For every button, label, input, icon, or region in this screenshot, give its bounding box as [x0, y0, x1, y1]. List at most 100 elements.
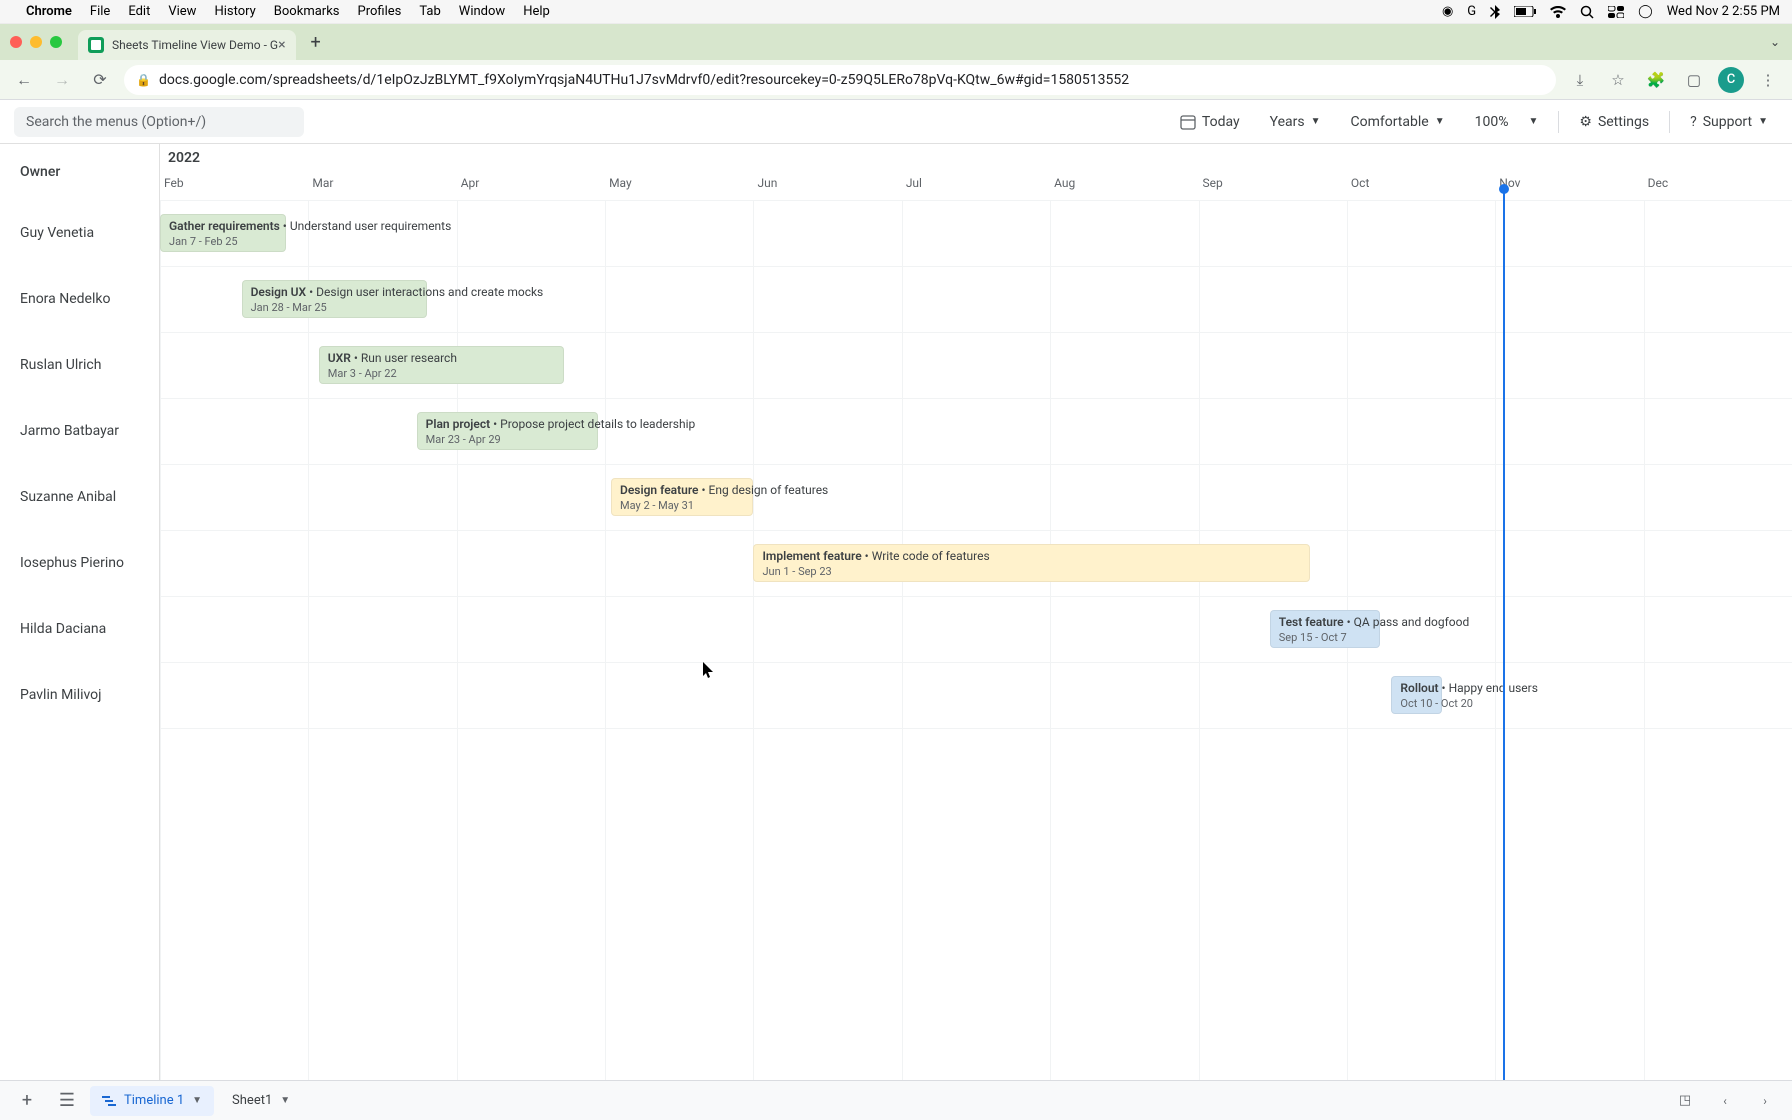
owner-row[interactable]: Suzanne Anibal [0, 464, 159, 530]
months-header: FebMarAprMayJunJulAugSepOctNovDec [160, 144, 1792, 200]
bookmark-star-icon[interactable]: ☆ [1604, 66, 1632, 94]
address-bar[interactable]: 🔒 docs.google.com/spreadsheets/d/1eIpOzJ… [124, 65, 1556, 95]
new-tab-button[interactable]: + [302, 28, 330, 56]
search-placeholder: Search the menus (Option+/) [26, 114, 206, 130]
row-divider [160, 332, 1792, 333]
window-controls [10, 36, 62, 48]
support-button[interactable]: ? Support ▼ [1680, 107, 1778, 137]
control-center-icon[interactable] [1608, 6, 1624, 18]
row-divider [160, 596, 1792, 597]
chevron-down-icon[interactable]: ▼ [192, 1095, 202, 1106]
task-bar[interactable]: Plan project • Propose project details t… [417, 412, 598, 450]
tab-overflow-button[interactable]: ⌄ [1770, 35, 1780, 49]
zoom-label: 100% [1475, 114, 1509, 130]
status-icon[interactable]: ◉ [1442, 4, 1453, 19]
zoom-dropdown[interactable]: 100% ▼ [1465, 107, 1549, 137]
install-app-icon[interactable]: ⤓ [1566, 66, 1594, 94]
mac-menu-view[interactable]: View [168, 4, 196, 19]
settings-button[interactable]: ⚙ Settings [1569, 107, 1659, 137]
mac-clock[interactable]: Wed Nov 2 2:55 PM [1667, 4, 1780, 19]
month-label: Sep [1203, 176, 1223, 190]
divider [1669, 111, 1670, 133]
chrome-toolbar: ← → ⟳ 🔒 docs.google.com/spreadsheets/d/1… [0, 60, 1792, 100]
browser-tab[interactable]: Sheets Timeline View Demo - G × [78, 30, 296, 60]
side-panel-icon[interactable]: ▢ [1680, 66, 1708, 94]
timescale-dropdown[interactable]: Years ▼ [1260, 107, 1331, 137]
task-title: Implement feature • Write code of featur… [762, 549, 1300, 563]
window-minimize-button[interactable] [30, 36, 42, 48]
task-bar[interactable]: Design feature • Eng design of featuresM… [611, 478, 753, 516]
chrome-menu-icon[interactable]: ⋮ [1754, 66, 1782, 94]
task-bar[interactable]: Implement feature • Write code of featur… [753, 544, 1309, 582]
month-label: Jun [757, 176, 777, 190]
mac-menu-profiles[interactable]: Profiles [358, 4, 402, 19]
mac-menu-history[interactable]: History [214, 4, 255, 19]
owner-row[interactable]: Iosephus Pierino [0, 530, 159, 596]
task-bar[interactable]: Test feature • QA pass and dogfoodSep 15… [1270, 610, 1380, 648]
timeline-icon [102, 1094, 116, 1108]
wifi-icon[interactable] [1550, 6, 1566, 18]
lock-icon[interactable]: 🔒 [136, 73, 151, 87]
spotlight-icon[interactable] [1580, 5, 1594, 19]
tab-close-button[interactable]: × [278, 37, 285, 53]
mac-menu-tab[interactable]: Tab [419, 4, 440, 19]
row-divider [160, 464, 1792, 465]
battery-icon[interactable] [1514, 6, 1536, 17]
task-bar[interactable]: Gather requirements • Understand user re… [160, 214, 286, 252]
owner-row[interactable]: Enora Nedelko [0, 266, 159, 332]
mac-menu-bookmarks[interactable]: Bookmarks [274, 4, 340, 19]
density-label: Comfortable [1351, 114, 1429, 130]
gear-icon: ⚙ [1579, 114, 1592, 130]
sheet-tab[interactable]: Sheet1▼ [220, 1086, 302, 1116]
chevron-down-icon[interactable]: ▼ [280, 1095, 290, 1106]
month-label: Aug [1054, 176, 1075, 190]
task-bar[interactable]: UXR • Run user researchMar 3 - Apr 22 [319, 346, 564, 384]
task-title: Plan project • Propose project details t… [426, 417, 589, 431]
owner-row[interactable]: Ruslan Ulrich [0, 332, 159, 398]
all-sheets-button[interactable]: ☰ [50, 1086, 84, 1116]
sheet-tab[interactable]: Timeline 1 ▼ [90, 1086, 214, 1116]
chevron-down-icon: ▼ [1435, 116, 1445, 127]
mac-menu-file[interactable]: File [90, 4, 110, 19]
scroll-left-button[interactable]: ‹ [1708, 1086, 1742, 1116]
today-indicator-dot [1499, 184, 1509, 194]
extensions-icon[interactable]: 🧩 [1642, 66, 1670, 94]
density-dropdown[interactable]: Comfortable ▼ [1341, 107, 1455, 137]
window-close-button[interactable] [10, 36, 22, 48]
owner-row[interactable]: Hilda Daciana [0, 596, 159, 662]
bluetooth-icon[interactable] [1490, 5, 1500, 19]
mac-app-name[interactable]: Chrome [26, 4, 72, 19]
mac-menu-window[interactable]: Window [459, 4, 505, 19]
mac-menu-edit[interactable]: Edit [128, 4, 150, 19]
task-dates: Jan 7 - Feb 25 [169, 235, 277, 248]
window-fullscreen-button[interactable] [50, 36, 62, 48]
owner-row[interactable]: Jarmo Batbayar [0, 398, 159, 464]
back-button[interactable]: ← [10, 66, 38, 94]
explore-button[interactable]: ◳ [1668, 1086, 1702, 1116]
today-button[interactable]: Today [1170, 107, 1250, 137]
sheet-tab-name: Timeline 1 [124, 1093, 184, 1108]
siri-icon[interactable]: ◯ [1638, 4, 1653, 19]
reload-button[interactable]: ⟳ [86, 66, 114, 94]
task-bar[interactable]: Design UX • Design user interactions and… [242, 280, 427, 318]
scroll-right-button[interactable]: › [1748, 1086, 1782, 1116]
forward-button[interactable]: → [48, 66, 76, 94]
task-title: Design UX • Design user interactions and… [251, 285, 418, 299]
row-divider [160, 662, 1792, 663]
month-label: Jul [906, 176, 922, 190]
task-dates: Sep 15 - Oct 7 [1279, 631, 1371, 644]
chevron-down-icon: ▼ [1311, 116, 1321, 127]
task-title: Gather requirements • Understand user re… [169, 219, 277, 233]
google-icon[interactable]: G [1467, 4, 1476, 19]
timeline-grid[interactable]: 2022 FebMarAprMayJunJulAugSepOctNovDec G… [160, 144, 1792, 1080]
owner-row[interactable]: Pavlin Milivoj [0, 662, 159, 728]
chevron-down-icon: ▼ [1758, 116, 1768, 127]
month-label: May [609, 176, 632, 190]
today-label: Today [1202, 114, 1240, 130]
add-sheet-button[interactable]: + [10, 1086, 44, 1116]
owner-row[interactable]: Guy Venetia [0, 200, 159, 266]
profile-avatar[interactable]: C [1718, 67, 1744, 93]
task-bar[interactable]: Rollout • Happy end usersOct 10 - Oct 20 [1391, 676, 1441, 714]
search-menus-input[interactable]: Search the menus (Option+/) [14, 107, 304, 137]
mac-menu-help[interactable]: Help [523, 4, 550, 19]
